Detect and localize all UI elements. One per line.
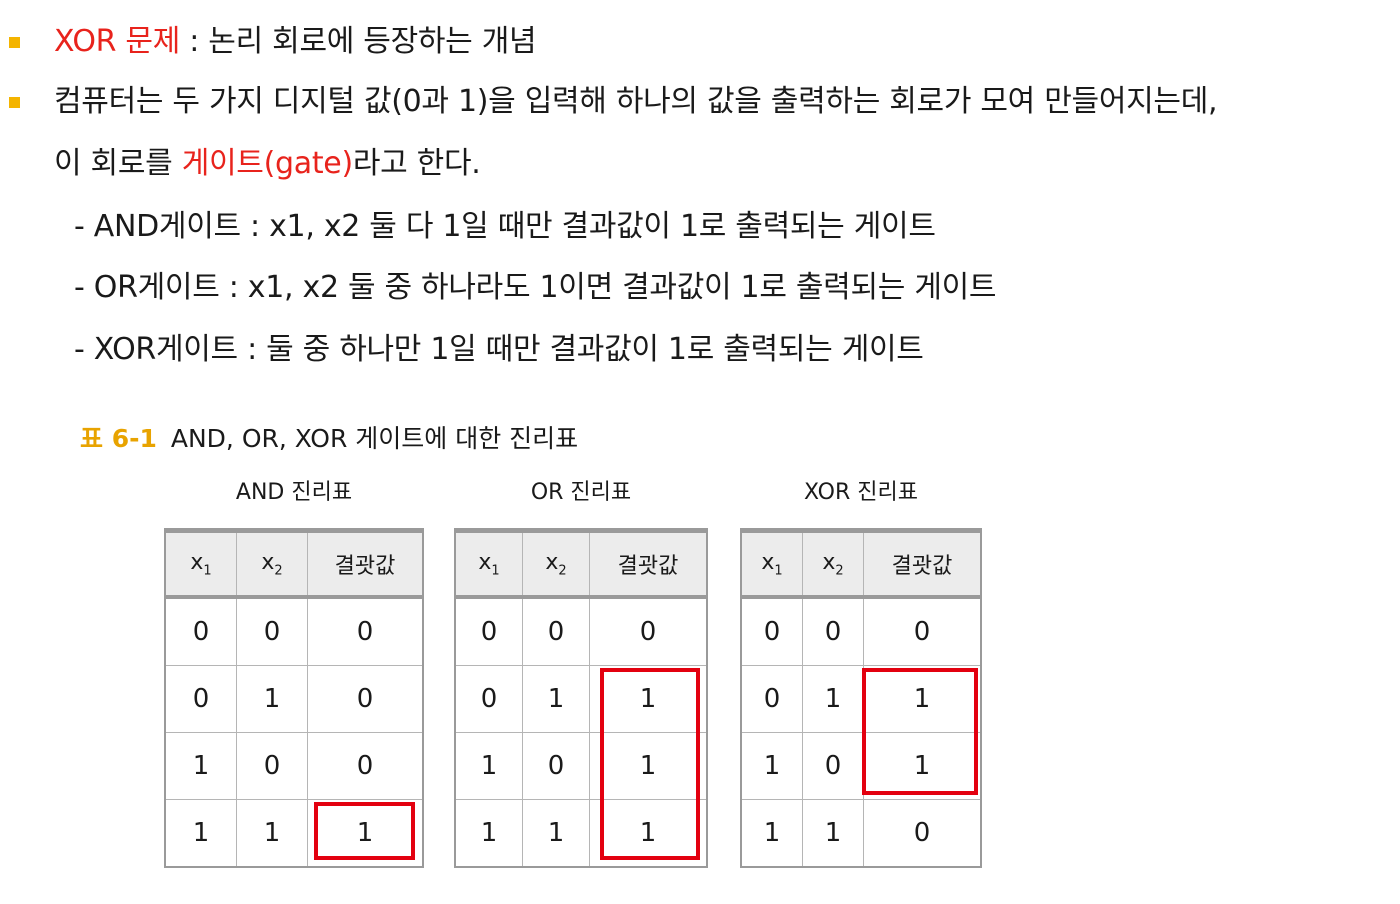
and-table-title: AND 진리표 bbox=[235, 480, 353, 505]
xor-gate-description: - XOR게이트 : 둘 중 하나만 1일 때만 결과값이 1로 출력되는 게이… bbox=[74, 332, 924, 367]
table-cell: 0 bbox=[236, 732, 308, 800]
result-header: 결괏값 bbox=[307, 530, 424, 599]
table-cell: 1 bbox=[164, 799, 237, 868]
xor-problem-desc: : 논리 회로에 등장하는 개념 bbox=[180, 24, 537, 59]
table-cell: 0 bbox=[164, 596, 237, 666]
table-cell: 1 bbox=[454, 732, 523, 800]
table-cell: 0 bbox=[307, 596, 424, 666]
table-cell: 1 bbox=[740, 799, 803, 868]
table-cell: 1 bbox=[522, 799, 590, 868]
table-cell: 0 bbox=[522, 596, 590, 666]
table-cell: 1 bbox=[454, 799, 523, 868]
table-cell: 0 bbox=[740, 665, 803, 733]
and-result-highlight bbox=[314, 802, 415, 860]
bullet-marker bbox=[9, 97, 20, 108]
x2-header: x2 bbox=[236, 530, 308, 599]
table-row: 000 bbox=[164, 596, 424, 666]
table-header-row: x1 x2 결괏값 bbox=[164, 530, 424, 599]
table-cell: 1 bbox=[236, 665, 308, 733]
table-cell: 0 bbox=[863, 596, 982, 666]
table-row: 000 bbox=[454, 596, 708, 666]
or-gate-description: - OR게이트 : x1, x2 둘 중 하나라도 1이면 결과값이 1로 출력… bbox=[74, 270, 997, 305]
bullet-2-line-2: 이 회로를 게이트(gate)라고 한다. bbox=[54, 144, 481, 184]
or-table-title: OR 진리표 bbox=[530, 480, 632, 505]
table-cell: 0 bbox=[307, 665, 424, 733]
table-cell: 0 bbox=[802, 596, 864, 666]
table-cell: 0 bbox=[164, 665, 237, 733]
x1-header: x1 bbox=[454, 530, 523, 599]
gate-def-post: 라고 한다. bbox=[352, 146, 481, 181]
table-row: 100 bbox=[164, 732, 424, 800]
x1-header: x1 bbox=[740, 530, 803, 599]
table-row: 000 bbox=[740, 596, 982, 666]
x2-header: x2 bbox=[522, 530, 590, 599]
table-cell: 1 bbox=[802, 799, 864, 868]
table-cell: 0 bbox=[802, 732, 864, 800]
table-cell: 1 bbox=[236, 799, 308, 868]
table-number: 표 6-1 bbox=[80, 424, 157, 453]
table-cell: 1 bbox=[164, 732, 237, 800]
table-caption: 표 6-1 AND, OR, XOR 게이트에 대한 진리표 bbox=[80, 422, 578, 456]
table-cell: 0 bbox=[307, 732, 424, 800]
result-header: 결괏값 bbox=[589, 530, 708, 599]
table-header-row: x1 x2 결괏값 bbox=[454, 530, 708, 599]
table-row: 010 bbox=[164, 665, 424, 733]
table-cell: 0 bbox=[454, 665, 523, 733]
gate-term: 게이트(gate) bbox=[181, 146, 353, 181]
table-cell: 1 bbox=[522, 665, 590, 733]
bullet-marker bbox=[9, 37, 20, 48]
gate-def-pre: 이 회로를 bbox=[54, 146, 182, 181]
table-cell: 0 bbox=[740, 596, 803, 666]
table-cell: 0 bbox=[454, 596, 523, 666]
xor-table-title: XOR 진리표 bbox=[804, 480, 918, 505]
table-cell: 1 bbox=[802, 665, 864, 733]
bullet-1-text: XOR 문제 : 논리 회로에 등장하는 개념 bbox=[54, 22, 537, 62]
xor-problem-label: XOR 문제 bbox=[54, 24, 181, 59]
table-cell: 0 bbox=[522, 732, 590, 800]
table-cell: 0 bbox=[589, 596, 708, 666]
or-result-highlight bbox=[600, 668, 700, 860]
table-header-row: x1 x2 결괏값 bbox=[740, 530, 982, 599]
and-gate-description: - AND게이트 : x1, x2 둘 다 1일 때만 결과값이 1로 출력되는… bbox=[74, 209, 936, 244]
x1-header: x1 bbox=[164, 530, 237, 599]
table-cell: 1 bbox=[740, 732, 803, 800]
table-row: 110 bbox=[740, 799, 982, 868]
xor-result-highlight bbox=[862, 668, 978, 795]
x2-header: x2 bbox=[802, 530, 864, 599]
bullet-2-line-1: 컴퓨터는 두 가지 디지털 값(0과 1)을 입력해 하나의 값을 출력하는 회… bbox=[54, 84, 1218, 119]
result-header: 결괏값 bbox=[863, 530, 982, 599]
table-caption-text: AND, OR, XOR 게이트에 대한 진리표 bbox=[170, 424, 579, 453]
table-cell: 0 bbox=[863, 799, 982, 868]
table-cell: 0 bbox=[236, 596, 308, 666]
